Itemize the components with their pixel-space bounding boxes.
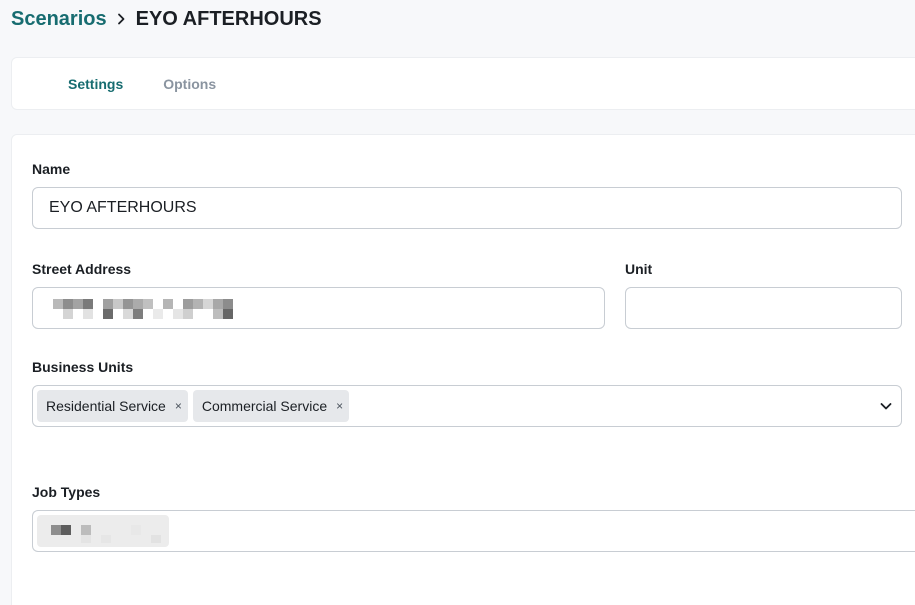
redacted-street-address	[53, 297, 238, 321]
job-types-select[interactable]	[32, 510, 915, 552]
chevron-down-icon[interactable]	[879, 399, 893, 413]
chip-label: Residential Service	[46, 398, 166, 414]
business-unit-chip: Residential Service ×	[37, 390, 188, 422]
street-address-label: Street Address	[32, 261, 132, 277]
page-title: EYO AFTERHOURS	[135, 7, 322, 30]
tab-bar: Settings Options	[11, 57, 915, 110]
business-units-select[interactable]: Residential Service × Commercial Service…	[32, 385, 902, 427]
unit-label: Unit	[625, 261, 653, 277]
tab-settings[interactable]: Settings	[68, 76, 123, 92]
remove-chip-icon[interactable]: ×	[336, 400, 343, 412]
scenario-form: Name EYO AFTERHOURS Street Address Unit …	[11, 134, 915, 605]
job-types-label: Job Types	[32, 484, 101, 500]
remove-chip-icon[interactable]: ×	[175, 400, 182, 412]
name-label: Name	[32, 161, 71, 177]
tab-options[interactable]: Options	[163, 76, 216, 92]
name-input-value: EYO AFTERHOURS	[49, 199, 197, 216]
redacted-job-type-chip	[37, 515, 169, 547]
chevron-right-icon	[113, 11, 129, 27]
street-address-input[interactable]	[32, 287, 605, 329]
unit-input[interactable]	[625, 287, 902, 329]
name-input[interactable]: EYO AFTERHOURS	[32, 187, 902, 229]
business-unit-chip: Commercial Service ×	[192, 390, 350, 422]
breadcrumb: Scenarios EYO AFTERHOURS	[11, 6, 322, 32]
business-units-label: Business Units	[32, 359, 134, 375]
breadcrumb-scenarios-link[interactable]: Scenarios	[11, 8, 107, 31]
chip-label: Commercial Service	[201, 398, 328, 414]
